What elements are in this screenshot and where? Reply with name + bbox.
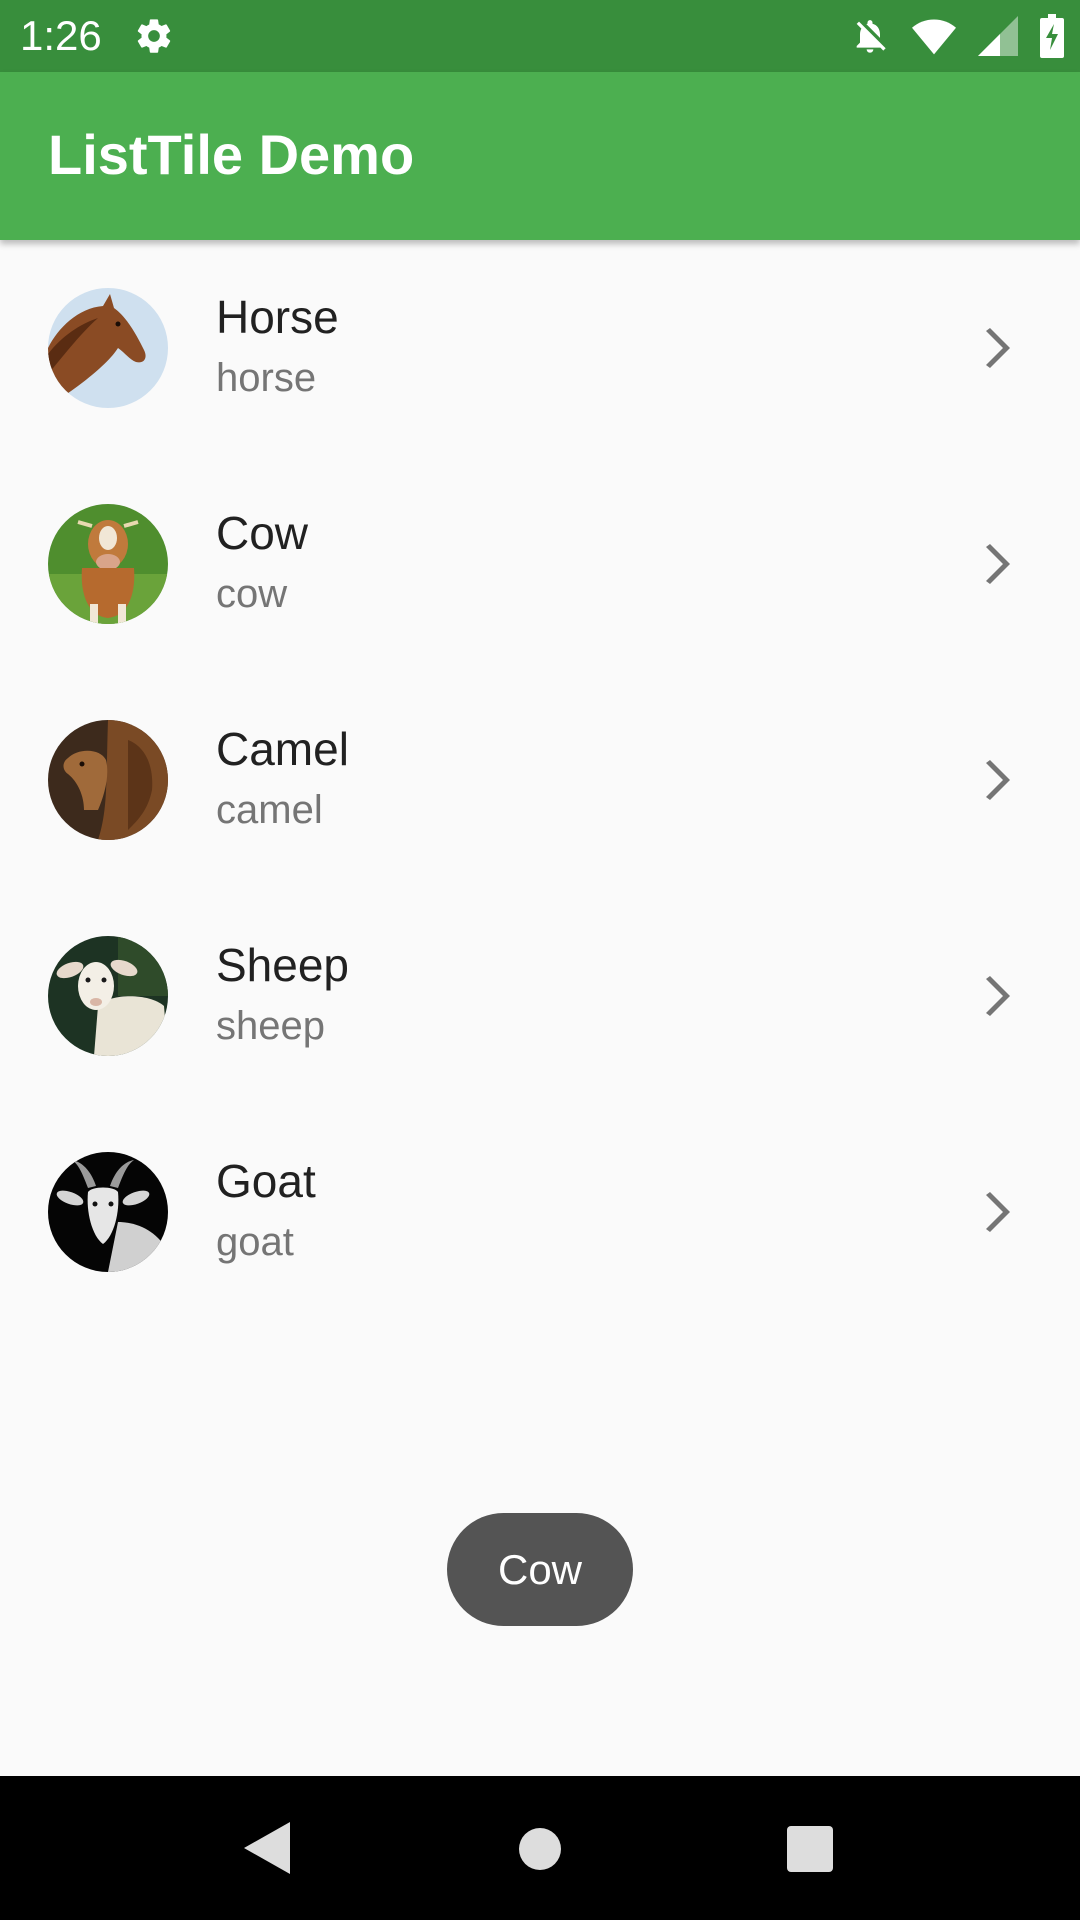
home-icon[interactable] xyxy=(519,1828,561,1870)
list-item-title: Horse xyxy=(216,291,339,343)
navigation-bar xyxy=(0,1776,1080,1920)
page-title: ListTile Demo xyxy=(48,123,415,186)
list-item-sheep[interactable]: Sheep sheep xyxy=(0,888,1080,1104)
chevron-right-icon xyxy=(986,976,1010,1016)
chevron-right-icon xyxy=(986,760,1010,800)
chevron-right-icon xyxy=(986,544,1010,584)
chevron-right-icon xyxy=(986,1192,1010,1232)
recents-icon[interactable] xyxy=(787,1826,833,1872)
sheep-avatar xyxy=(48,936,168,1056)
horse-avatar xyxy=(48,288,168,408)
status-time: 1:26 xyxy=(20,12,102,59)
list-item-subtitle: goat xyxy=(216,1220,294,1264)
camel-avatar xyxy=(48,720,168,840)
list-item-horse[interactable]: Horse horse xyxy=(0,240,1080,456)
list-item-title: Camel xyxy=(216,723,349,775)
app-bar: ListTile Demo xyxy=(0,72,1080,240)
list-item-title: Cow xyxy=(216,507,309,559)
status-bar: 1:26 xyxy=(0,0,1080,72)
list-item-subtitle: cow xyxy=(216,572,288,616)
cow-avatar xyxy=(48,504,168,624)
toast-message: Cow xyxy=(447,1513,633,1626)
list-item-goat[interactable]: Goat goat xyxy=(0,1104,1080,1320)
wifi-icon xyxy=(912,19,956,55)
notifications-off-icon xyxy=(856,20,886,53)
list-item-title: Sheep xyxy=(216,939,350,991)
list-item-subtitle: camel xyxy=(216,788,323,832)
list-item-title: Goat xyxy=(216,1155,316,1207)
list-item-cow[interactable]: Cow cow xyxy=(0,456,1080,672)
chevron-right-icon xyxy=(986,328,1010,368)
goat-avatar xyxy=(48,1152,168,1272)
list-item-camel[interactable]: Camel camel xyxy=(0,672,1080,888)
animal-list: Horse horse Cow cow Camel camel Sheep sh… xyxy=(0,240,1080,1320)
battery-charging-icon xyxy=(1040,14,1064,58)
back-icon[interactable] xyxy=(244,1822,290,1874)
settings-icon xyxy=(137,19,171,53)
list-item-subtitle: horse xyxy=(216,356,317,400)
list-item-subtitle: sheep xyxy=(216,1004,325,1048)
cell-signal-icon xyxy=(978,16,1018,56)
